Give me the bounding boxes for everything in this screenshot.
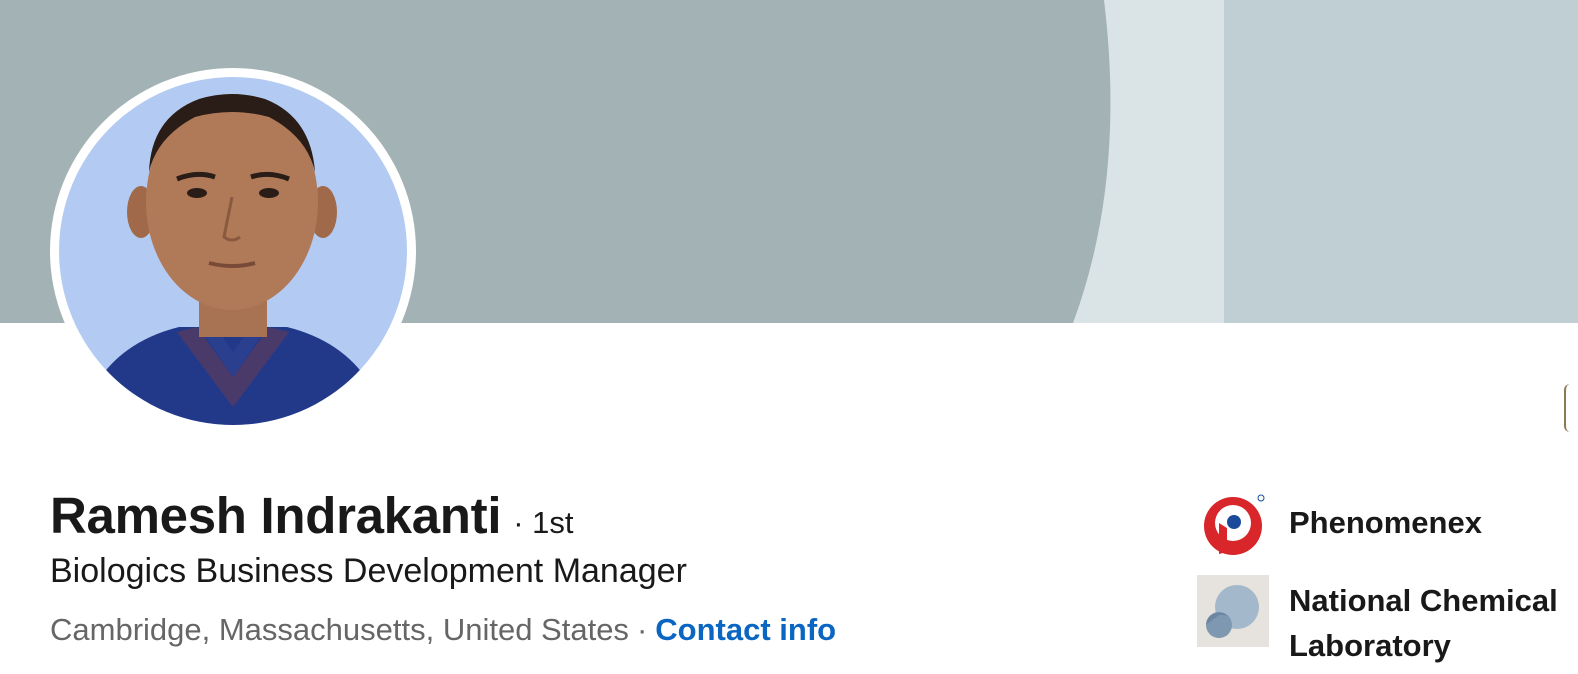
profile-headline: Biologics Business Development Manager: [50, 552, 687, 590]
company-name: Phenomenex: [1289, 505, 1482, 540]
profile-name: Ramesh Indrakanti: [50, 487, 502, 544]
profile-location: Cambridge, Massachusetts, United States: [50, 612, 629, 647]
location-row: Cambridge, Massachusetts, United States ·…: [50, 612, 836, 648]
company-name: National Chemical Laboratory: [1289, 583, 1558, 663]
person-photo-icon: [59, 77, 407, 425]
contact-info-link[interactable]: Contact info: [655, 612, 836, 647]
partial-edge-element: [1564, 384, 1570, 432]
phenomenex-logo-icon: [1197, 490, 1269, 562]
profile-page: Ramesh Indrakanti · 1st Biologics Busine…: [0, 0, 1578, 674]
profile-photo[interactable]: [50, 68, 416, 434]
separator-dot: ·: [636, 612, 648, 647]
company-item-national-chemical-laboratory[interactable]: National Chemical Laboratory: [1197, 575, 1578, 668]
connection-degree: · 1st: [513, 505, 574, 540]
company-item-phenomenex[interactable]: Phenomenex: [1197, 490, 1482, 562]
name-row: Ramesh Indrakanti · 1st: [50, 486, 574, 545]
organization-placeholder-logo-icon: [1197, 575, 1269, 647]
